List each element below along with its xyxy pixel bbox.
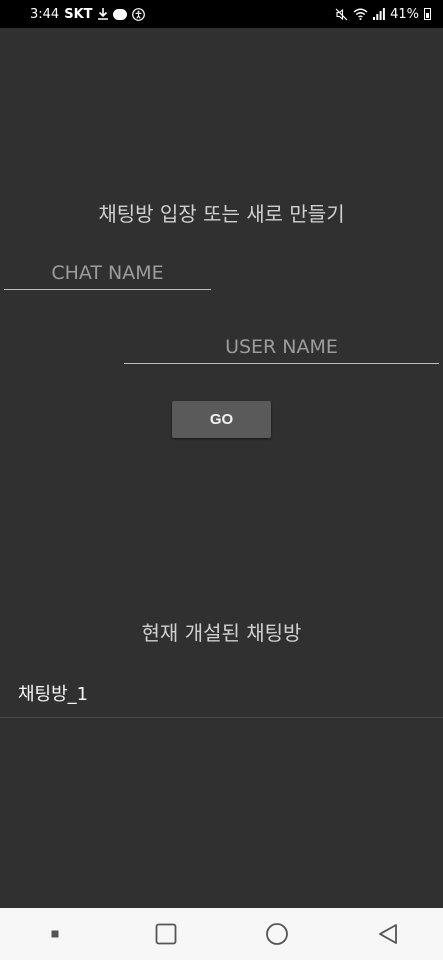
- wifi-icon: [353, 8, 368, 20]
- battery-percent: 41%: [390, 6, 419, 22]
- dot-icon: [51, 930, 59, 938]
- signal-icon: [373, 8, 385, 20]
- user-name-input[interactable]: USER NAME: [124, 330, 439, 364]
- status-bar: 3:44 SKT 41%: [0, 0, 443, 28]
- navigation-bar: [0, 908, 443, 960]
- overview-button[interactable]: [146, 914, 186, 954]
- clock: 3:44: [30, 6, 60, 22]
- battery-icon: [424, 8, 431, 20]
- open-rooms-title: 현재 개설된 채팅방: [141, 621, 302, 645]
- home-button[interactable]: [257, 914, 297, 954]
- recents-dot-button[interactable]: [35, 914, 75, 954]
- list-item[interactable]: 채팅방_1: [0, 668, 443, 718]
- circle-icon: [265, 923, 288, 945]
- chat-name-input[interactable]: CHAT NAME: [4, 256, 211, 290]
- accessibility-icon: [131, 7, 145, 21]
- carrier-label: SKT: [64, 6, 93, 22]
- download-icon: [97, 8, 108, 20]
- talk-bubble-icon: [112, 8, 127, 20]
- go-button[interactable]: GO: [172, 401, 271, 438]
- mute-icon: [335, 8, 348, 20]
- chat-lobby-screen: 3:44 SKT 41% 채팅방 입장 또는 새로 만들기 CHAT NAME …: [0, 0, 443, 960]
- back-button[interactable]: [368, 914, 408, 954]
- square-icon: [155, 923, 177, 945]
- create-room-title: 채팅방 입장 또는 새로 만들기: [98, 202, 345, 226]
- room-list: 채팅방_1: [0, 668, 443, 718]
- back-triangle-icon: [378, 924, 397, 944]
